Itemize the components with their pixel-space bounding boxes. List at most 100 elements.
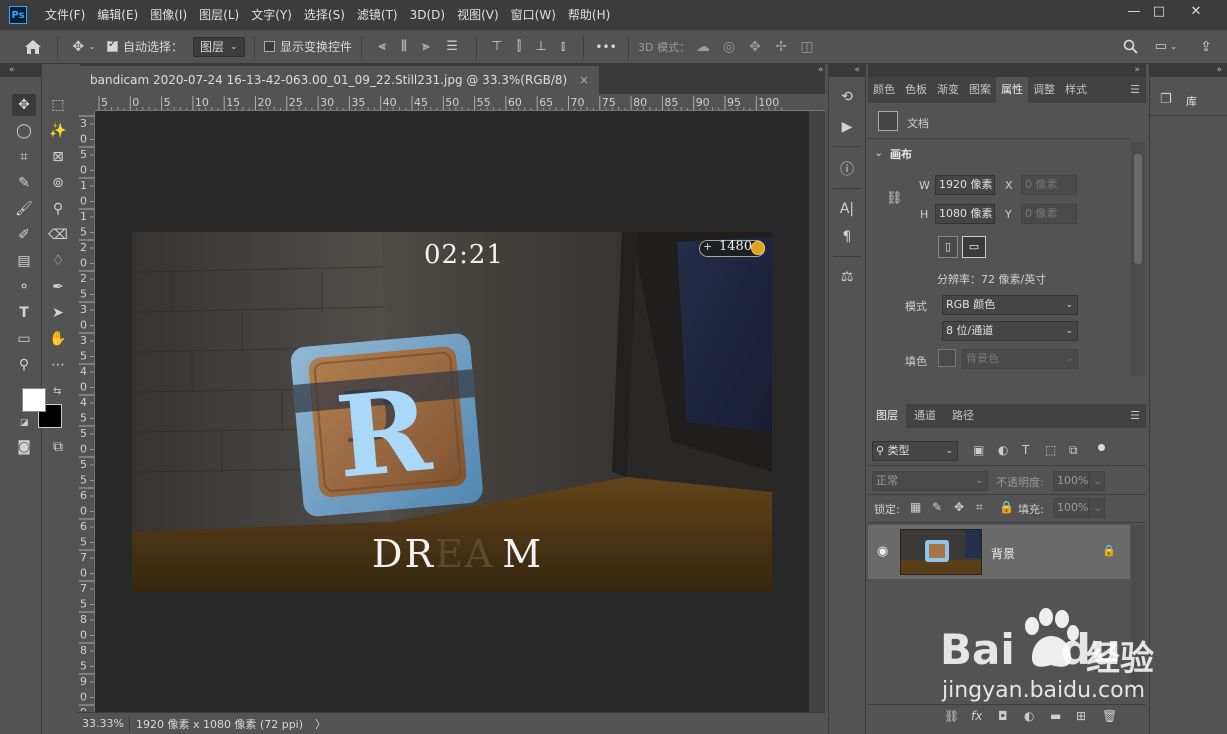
show-transform-checkbox[interactable]: 显示变换控件 (264, 30, 352, 64)
new-group-icon[interactable]: ▬ (1050, 709, 1061, 723)
auto-select-target-dropdown[interactable]: 图层 ⌄ (193, 36, 246, 57)
home-icon[interactable] (18, 30, 48, 64)
eraser-tool-icon[interactable]: ⌫ (46, 224, 70, 246)
fill-opacity-field[interactable]: 100% (1053, 498, 1089, 518)
menu-file[interactable]: 文件(F) (39, 0, 91, 30)
width-field[interactable]: 1920 像素 (935, 175, 995, 195)
lock-artboard-icon[interactable]: ⌗ (976, 500, 983, 515)
more-options-icon[interactable]: ••• (593, 30, 619, 64)
type-tool-icon[interactable]: T (12, 302, 36, 324)
portrait-orientation-icon[interactable]: ▯ (938, 236, 958, 258)
link-dimensions-icon[interactable]: ⛓ (886, 191, 903, 206)
layer-filter-dropdown[interactable]: ⚲ 类型 ⌄ (872, 441, 958, 461)
3d-orbit-icon[interactable]: ☁ (690, 30, 716, 64)
history-brush-icon[interactable]: ✐ (12, 224, 36, 246)
horizontal-ruler[interactable]: 5 0 5 10 15 20 25 30 35 40 45 50 55 60 65 70 75 80 85 90 95 1… (95, 94, 825, 111)
filter-toggle-icon[interactable] (1098, 444, 1105, 451)
align-top-icon[interactable]: ⊤ (486, 30, 508, 64)
bit-depth-dropdown[interactable]: 8 位/通道 ⌄ (942, 321, 1078, 341)
fill-swatch[interactable] (938, 349, 956, 367)
distribute-icon[interactable]: ☰ (437, 30, 467, 64)
search-icon[interactable] (1119, 30, 1141, 64)
tools-collapse-icon[interactable]: « (0, 64, 42, 77)
opacity-field[interactable]: 100% (1053, 471, 1089, 491)
height-field[interactable]: 1080 像素 (935, 204, 995, 224)
stamp-tool-icon[interactable]: ⚲ (46, 198, 70, 220)
swap-colors-icon[interactable]: ⇆ (53, 386, 61, 397)
doc-collapse-icon[interactable]: « (818, 64, 826, 76)
spot-heal-tool-icon[interactable]: ⊚ (46, 172, 70, 194)
fx-icon[interactable]: fx (971, 709, 982, 723)
filter-smart-icon[interactable]: ⧉ (1069, 443, 1078, 458)
document-canvas[interactable]: 02:21 + 1480 D R DREA M (132, 232, 772, 592)
gradient-tool-icon[interactable]: ▤ (12, 250, 36, 272)
crop-tool-icon[interactable]: ⌗ (12, 146, 36, 168)
menu-type[interactable]: 文字(Y) (245, 0, 298, 30)
marquee-tool-icon[interactable]: ⬚ (46, 94, 70, 116)
tab-color[interactable]: 颜色 (868, 77, 900, 103)
move-tool-preset-icon[interactable]: ✥ ⌄ (67, 30, 101, 64)
align-vcenter-icon[interactable]: ⫿ (508, 30, 530, 64)
add-mask-icon[interactable]: ◘ (998, 709, 1008, 723)
lock-pixels-icon[interactable]: ▦ (910, 500, 921, 514)
close-document-icon[interactable]: × (579, 73, 589, 87)
tab-properties[interactable]: 属性 (996, 77, 1028, 103)
hand-tool-icon[interactable]: ✋ (46, 328, 70, 350)
default-colors-icon[interactable]: ◪ (20, 418, 29, 428)
x-field[interactable]: 0 像素 (1021, 175, 1077, 195)
pen-tool-icon[interactable]: ✒ (46, 276, 70, 298)
menu-view[interactable]: 视图(V) (451, 0, 505, 30)
tab-gradients[interactable]: 渐变 (932, 77, 964, 103)
lock-all-icon[interactable]: 🔒 (999, 500, 1014, 514)
props-collapse-icon[interactable]: » (868, 64, 1146, 77)
3d-slide-icon[interactable]: ✢ (768, 30, 794, 64)
color-mode-dropdown[interactable]: RGB 颜色 ⌄ (942, 295, 1078, 315)
landscape-orientation-icon[interactable]: ▭ (962, 236, 986, 258)
actions-play-icon[interactable]: ▶ (835, 116, 859, 138)
menu-filter[interactable]: 滤镜(T) (351, 0, 404, 30)
new-adjustment-icon[interactable]: ◐ (1024, 709, 1034, 723)
document-tab[interactable]: bandicam 2020-07-24 16-13-42-063.00_01_0… (80, 66, 600, 94)
3d-scale-icon[interactable]: ◫ (794, 30, 820, 64)
status-menu-icon[interactable]: 〉 (309, 716, 332, 732)
link-layers-icon[interactable]: ⛓ (944, 709, 959, 723)
menu-3d[interactable]: 3D(D) (404, 0, 451, 30)
magic-wand-tool-icon[interactable]: ✨ (46, 120, 70, 142)
align-hcenter-icon[interactable]: ⫼ (393, 30, 415, 64)
menu-image[interactable]: 图像(I) (144, 0, 193, 30)
quick-mask-icon[interactable]: ◙ (12, 436, 36, 458)
filter-pixel-icon[interactable]: ▣ (973, 443, 984, 457)
y-field[interactable]: 0 像素 (1021, 204, 1077, 224)
new-layer-icon[interactable]: ⊞ (1076, 709, 1086, 723)
history-panel-icon[interactable]: ⟲ (835, 86, 859, 108)
fill-dropdown[interactable]: 背景色 ⌄ (962, 349, 1078, 369)
3d-pan-icon[interactable]: ✥ (742, 30, 768, 64)
layer-name[interactable]: 背景 (991, 545, 1015, 562)
layer-visibility-eye-icon[interactable]: ◉ (877, 544, 888, 559)
foreground-color-swatch[interactable] (22, 388, 46, 412)
menu-edit[interactable]: 编辑(E) (91, 0, 144, 30)
menu-window[interactable]: 窗口(W) (505, 0, 562, 30)
menu-select[interactable]: 选择(S) (298, 0, 351, 30)
layers-menu-icon[interactable]: ☰ (1125, 403, 1146, 429)
tab-swatches[interactable]: 色板 (900, 77, 932, 103)
strip-collapse-icon[interactable]: « (829, 64, 865, 77)
filter-adjustment-icon[interactable]: ◐ (998, 443, 1008, 457)
rectangle-tool-icon[interactable]: ▭ (12, 328, 36, 350)
distribute-v-icon[interactable]: ⫾ (552, 30, 574, 64)
share-icon[interactable]: ⇪ (1195, 30, 1217, 64)
tab-adjustments[interactable]: 调整 (1028, 77, 1060, 103)
align-right-icon[interactable]: ⫸ (415, 30, 437, 64)
more-tools-icon[interactable]: ⋯ (46, 354, 70, 376)
layer-row[interactable]: ◉ 背景 🔒 (868, 525, 1130, 579)
brush-tool-icon[interactable]: 🖌 (12, 198, 36, 220)
delete-layer-icon[interactable]: 🗑 (1102, 709, 1117, 723)
opacity-dropdown-icon[interactable]: ⌄ (1089, 471, 1105, 491)
align-bottom-icon[interactable]: ⊥ (530, 30, 552, 64)
tab-patterns[interactable]: 图案 (964, 77, 996, 103)
blur-tool-icon[interactable]: ♢ (46, 250, 70, 272)
menu-layer[interactable]: 图层(L) (193, 0, 245, 30)
properties-menu-icon[interactable]: ☰ (1125, 77, 1146, 103)
vertical-scrollbar[interactable] (809, 111, 825, 712)
path-select-tool-icon[interactable]: ➤ (46, 302, 70, 324)
